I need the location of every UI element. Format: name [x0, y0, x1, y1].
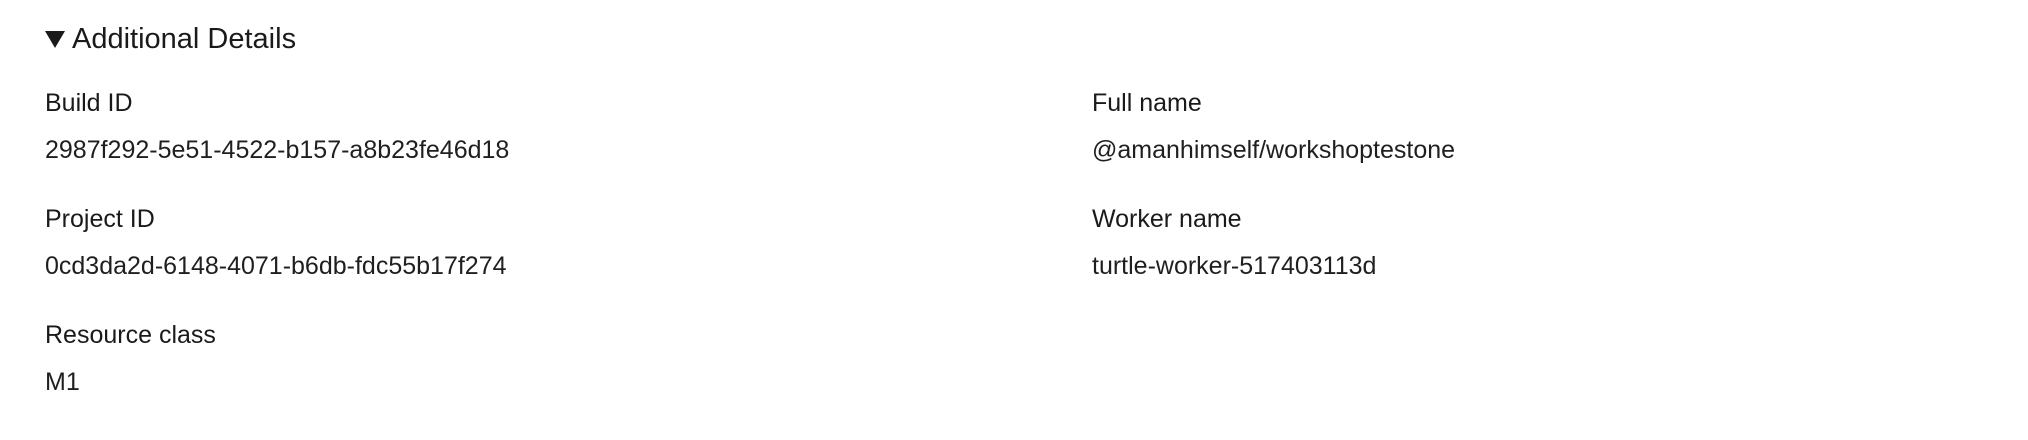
field-worker-name: Worker name turtle-worker-517403113d	[1092, 202, 1945, 293]
field-label: Build ID	[45, 89, 133, 117]
additional-details-section: Additional Details Build ID 2987f292-5e5…	[0, 0, 2028, 440]
field-value: M1	[45, 368, 80, 396]
field-value: turtle-worker-517403113d	[1092, 252, 1377, 280]
section-title: Additional Details	[72, 23, 297, 55]
details-grid: Build ID 2987f292-5e51-4522-b157-a8b23fe…	[45, 86, 1945, 409]
field-label: Full name	[1092, 89, 1202, 117]
caret-down-icon	[45, 30, 65, 48]
field-label: Resource class	[45, 321, 216, 349]
field-value: @amanhimself/workshoptestone	[1092, 136, 1456, 164]
field-build-id: Build ID 2987f292-5e51-4522-b157-a8b23fe…	[45, 86, 1092, 177]
field-label: Project ID	[45, 205, 155, 233]
field-resource-class: Resource class M1	[45, 318, 1092, 409]
field-label: Worker name	[1092, 205, 1242, 233]
field-project-id: Project ID 0cd3da2d-6148-4071-b6db-fdc55…	[45, 202, 1092, 293]
additional-details-toggle[interactable]: Additional Details	[45, 20, 296, 58]
field-value: 2987f292-5e51-4522-b157-a8b23fe46d18	[45, 136, 510, 164]
field-full-name: Full name @amanhimself/workshoptestone	[1092, 86, 1945, 177]
field-value: 0cd3da2d-6148-4071-b6db-fdc55b17f274	[45, 252, 507, 280]
